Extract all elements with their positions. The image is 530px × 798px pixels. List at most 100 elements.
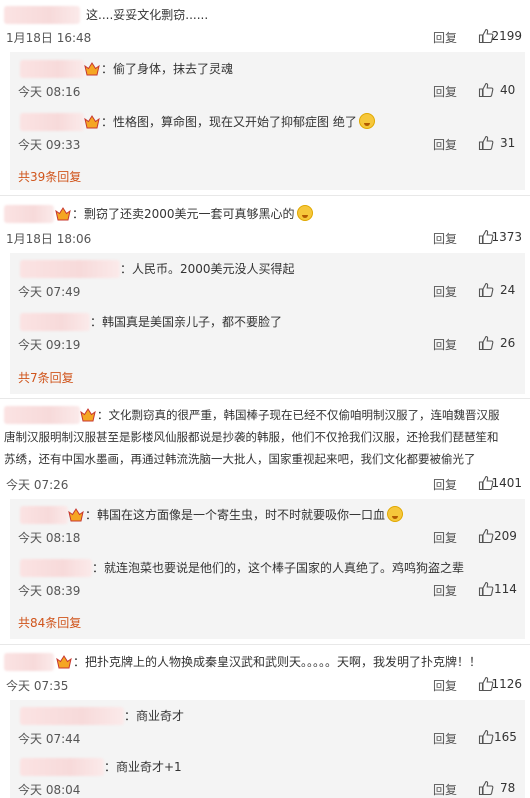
- like-count: 24: [500, 283, 516, 297]
- reply-text-content: ：性格图，算命图，现在又开始了抑郁症图 绝了: [101, 115, 357, 129]
- comment-text-line: 唐制汉服明制汉服甚至是影楼风仙服都说是抄袭的韩服，他们不仅抢我们汉服，还抢我们琵…: [4, 430, 499, 444]
- username-blurred[interactable]: [4, 205, 54, 223]
- reply-time: 今天 07:44: [18, 732, 81, 746]
- reply-button[interactable]: 回复: [433, 529, 457, 546]
- reply-button[interactable]: 回复: [433, 336, 457, 353]
- reply-button[interactable]: 回复: [433, 677, 457, 694]
- username-blurred[interactable]: [20, 506, 68, 524]
- reply-time: 今天 09:33: [18, 138, 81, 152]
- more-replies-link[interactable]: 共7条回复: [18, 369, 74, 386]
- reply-meta: 今天 09:33 回复 31: [0, 133, 530, 157]
- reply-button[interactable]: 回复: [433, 136, 457, 153]
- like-count: 78: [500, 781, 516, 795]
- like-count: 1373: [491, 230, 522, 244]
- reply-button[interactable]: 回复: [433, 230, 457, 247]
- like-count: 1401: [491, 476, 522, 490]
- comment-thread: ：文化剽窃真的很严重，韩国棒子现在已经不仅偷咱明制汉服了，连咱魏晋汉服 唐制汉服…: [0, 401, 530, 639]
- comment-text: ：把扑克牌上的人物换成秦皇汉武和武则天。。。。。天啊，我发明了扑克牌！！: [73, 655, 482, 669]
- comment-text: ：剽窃了还卖2000美元一套可真够黑心的: [72, 205, 313, 223]
- reply-meta: 今天 08:18 回复 209: [0, 526, 530, 550]
- comment-thread: ：剽窃了还卖2000美元一套可真够黑心的 1月18日 18:06 回复 1373…: [0, 198, 530, 394]
- reply-button[interactable]: 回复: [433, 283, 457, 300]
- reply-button[interactable]: 回复: [433, 29, 457, 46]
- username-blurred[interactable]: [20, 113, 84, 131]
- reply-text: ：就连泡菜也要说是他们的，这个棒子国家的人真绝了。鸡鸣狗盗之辈: [92, 561, 465, 575]
- comment-meta: 今天 07:35 回复 1126: [0, 674, 530, 698]
- reply-meta: 今天 07:49 回复 24: [0, 280, 530, 304]
- like-count: 2199: [491, 29, 522, 43]
- reply-text: ：商业奇才: [124, 709, 185, 723]
- comment-text: 这....妥妥文化剽窃......: [86, 8, 209, 22]
- thumb-up-icon[interactable]: [478, 780, 494, 796]
- reply-button[interactable]: 回复: [433, 476, 457, 493]
- member-badge-icon: [84, 62, 100, 76]
- reply-button[interactable]: 回复: [433, 781, 457, 798]
- reply-text: ：人民币。2000美元没人买得起: [120, 262, 295, 276]
- reply-time: 今天 09:19: [18, 338, 81, 352]
- comment-thread: 这....妥妥文化剽窃...... 1月18日 16:48 回复 2199 ：偷…: [0, 0, 530, 190]
- more-replies-link[interactable]: 共84条回复: [18, 614, 81, 631]
- comment-meta: 1月18日 16:48 回复 2199: [0, 26, 530, 50]
- member-badge-icon: [55, 207, 71, 221]
- thumb-up-icon[interactable]: [478, 528, 494, 544]
- username-blurred[interactable]: [20, 260, 120, 278]
- reply-meta: 今天 07:44 回复 165: [0, 727, 530, 751]
- member-badge-icon: [56, 655, 72, 669]
- comment-thread: ：把扑克牌上的人物换成秦皇汉武和武则天。。。。。天啊，我发明了扑克牌！！ 今天 …: [0, 647, 530, 798]
- username-blurred[interactable]: [20, 559, 92, 577]
- reply-time: 今天 08:04: [18, 783, 81, 797]
- emoji-icon: [296, 205, 313, 221]
- like-count: 31: [500, 136, 516, 150]
- emoji-icon: [387, 506, 404, 522]
- username-blurred[interactable]: [20, 707, 124, 725]
- reply-meta: 今天 08:39 回复 114: [0, 579, 530, 603]
- comment-text-line: ：文化剽窃真的很严重，韩国棒子现在已经不仅偷咱明制汉服了，连咱魏晋汉服: [97, 408, 500, 422]
- comment-time: 今天 07:35: [6, 679, 69, 693]
- comment-text-line: 苏绣，还有中国水墨画，再通过韩流洗脑一大批人，国家重视起来吧，我们文化都要被偷光…: [4, 452, 476, 466]
- comment-meta: 今天 07:26 回复 1401: [0, 473, 530, 497]
- comment-meta: 1月18日 18:06 回复 1373: [0, 227, 530, 251]
- username-blurred[interactable]: [20, 313, 90, 331]
- reply-text: ：韩国在这方面像是一个寄生虫，时不时就要吸你一口血: [85, 506, 404, 524]
- reply-text-content: ：韩国在这方面像是一个寄生虫，时不时就要吸你一口血: [85, 508, 386, 522]
- reply-button[interactable]: 回复: [433, 582, 457, 599]
- reply-time: 今天 08:18: [18, 531, 81, 545]
- reply-button[interactable]: 回复: [433, 83, 457, 100]
- comment-text-content: ：剽窃了还卖2000美元一套可真够黑心的: [72, 207, 295, 221]
- like-count: 114: [494, 582, 517, 596]
- like-count: 209: [494, 529, 517, 543]
- thumb-up-icon[interactable]: [478, 282, 494, 298]
- username-blurred[interactable]: [4, 6, 80, 24]
- reply-text: ：商业奇才+1: [104, 760, 182, 774]
- thumb-up-icon[interactable]: [478, 335, 494, 351]
- username-blurred[interactable]: [4, 406, 80, 424]
- member-badge-icon: [80, 408, 96, 422]
- like-count: 40: [500, 83, 516, 97]
- reply-text: ：韩国真是美国亲儿子，都不要脸了: [90, 315, 283, 329]
- divider: [0, 195, 530, 196]
- reply-button[interactable]: 回复: [433, 730, 457, 747]
- thumb-up-icon[interactable]: [478, 581, 494, 597]
- comment-time: 今天 07:26: [6, 478, 69, 492]
- reply-time: 今天 08:16: [18, 85, 81, 99]
- member-badge-icon: [68, 508, 84, 522]
- divider: [0, 644, 530, 645]
- reply-time: 今天 07:49: [18, 285, 81, 299]
- more-replies-link[interactable]: 共39条回复: [18, 168, 81, 185]
- reply-meta: 今天 08:16 回复 40: [0, 80, 530, 104]
- reply-text: ：偷了身体，抹去了灵魂: [101, 62, 234, 76]
- username-blurred[interactable]: [20, 60, 84, 78]
- reply-meta: 今天 09:19 回复 26: [0, 333, 530, 357]
- reply-time: 今天 08:39: [18, 584, 81, 598]
- thumb-up-icon[interactable]: [478, 135, 494, 151]
- member-badge-icon: [84, 115, 100, 129]
- like-count: 1126: [491, 677, 522, 691]
- thumb-up-icon[interactable]: [478, 729, 494, 745]
- thumb-up-icon[interactable]: [478, 82, 494, 98]
- comment-time: 1月18日 16:48: [6, 31, 92, 45]
- username-blurred[interactable]: [20, 758, 104, 776]
- like-count: 165: [494, 730, 517, 744]
- username-blurred[interactable]: [4, 653, 54, 671]
- like-count: 26: [500, 336, 516, 350]
- comment-time: 1月18日 18:06: [6, 232, 92, 246]
